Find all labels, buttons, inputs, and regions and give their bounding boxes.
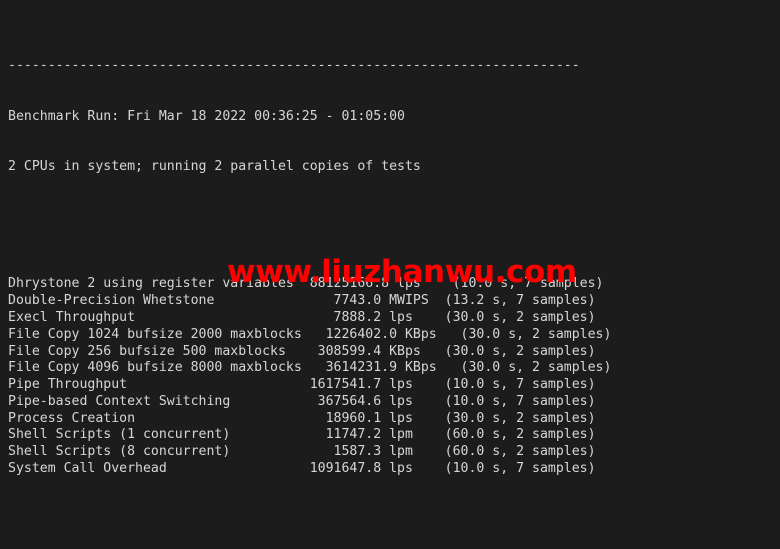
benchmark-result-row: File Copy 1024 bufsize 2000 maxblocks 12… <box>8 327 611 344</box>
benchmark-result-row: Dhrystone 2 using register variables 881… <box>8 276 611 293</box>
benchmark-result-row: System Call Overhead 1091647.8 lps (10.0… <box>8 461 611 478</box>
benchmark-result-row: File Copy 256 bufsize 500 maxblocks 3085… <box>8 344 611 361</box>
benchmark-result-row: Process Creation 18960.1 lps (30.0 s, 2 … <box>8 411 611 428</box>
top-separator-rule: ----------------------------------------… <box>8 58 611 75</box>
benchmark-result-row: Shell Scripts (8 concurrent) 1587.3 lpm … <box>8 444 611 461</box>
benchmark-result-row: Execl Throughput 7888.2 lps (30.0 s, 2 s… <box>8 310 611 327</box>
cpu-count-line: 2 CPUs in system; running 2 parallel cop… <box>8 159 611 176</box>
terminal-console-output: ----------------------------------------… <box>0 0 611 549</box>
benchmark-results-list: Dhrystone 2 using register variables 881… <box>8 276 611 477</box>
spacer-1 <box>8 209 611 226</box>
benchmark-run-line: Benchmark Run: Fri Mar 18 2022 00:36:25 … <box>8 109 611 126</box>
benchmark-result-row: Double-Precision Whetstone 7743.0 MWIPS … <box>8 293 611 310</box>
spacer-2 <box>8 528 611 545</box>
benchmark-result-row: Pipe Throughput 1617541.7 lps (10.0 s, 7… <box>8 377 611 394</box>
benchmark-result-row: Pipe-based Context Switching 367564.6 lp… <box>8 394 611 411</box>
terminal-window: ----------------------------------------… <box>0 0 780 549</box>
benchmark-result-row: File Copy 4096 bufsize 8000 maxblocks 36… <box>8 360 611 377</box>
benchmark-result-row: Shell Scripts (1 concurrent) 11747.2 lpm… <box>8 427 611 444</box>
